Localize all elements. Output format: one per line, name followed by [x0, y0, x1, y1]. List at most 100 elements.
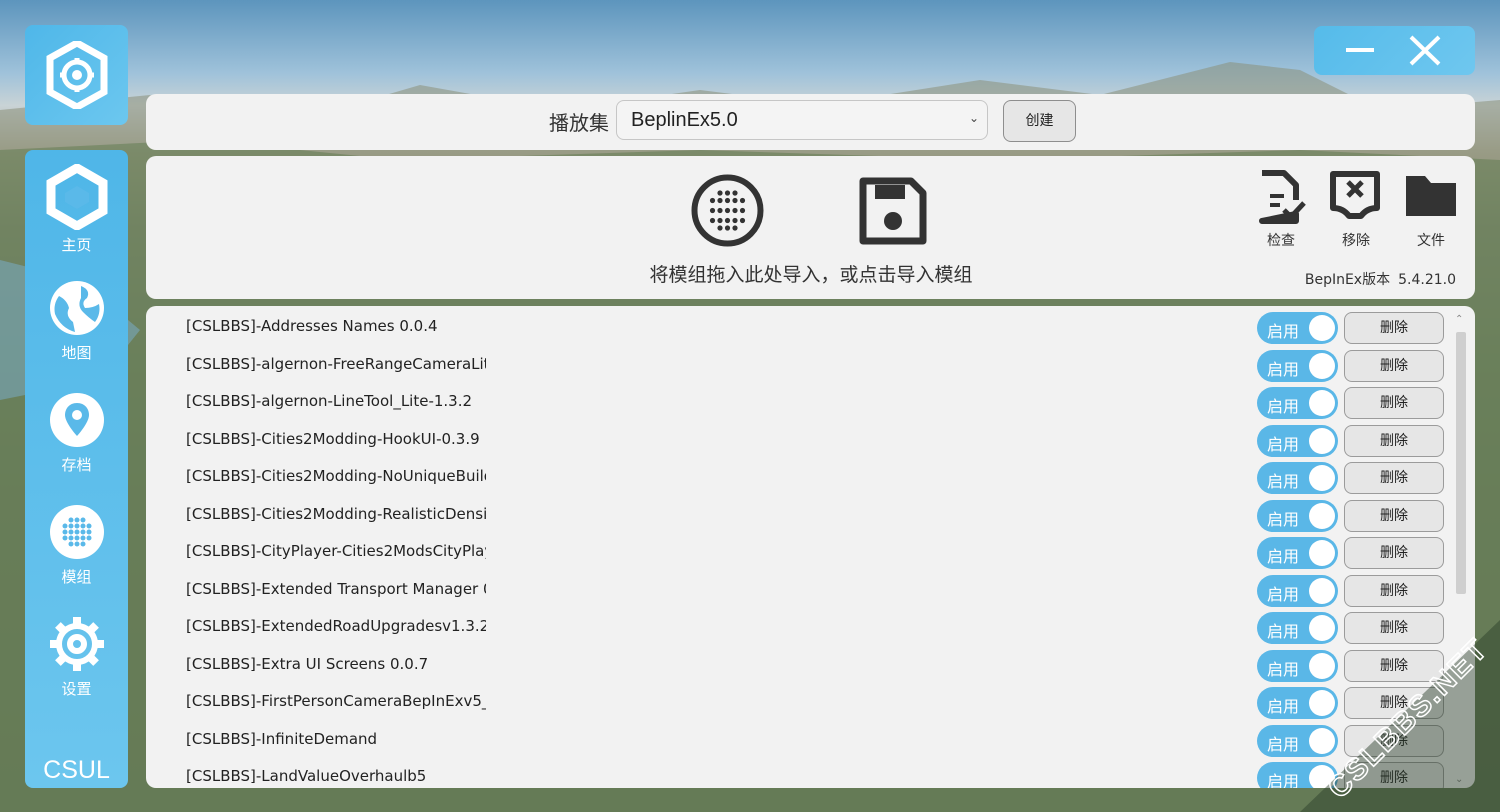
- bepinex-version: BepInEx版本 5.4.21.0: [1305, 269, 1456, 289]
- delete-button[interactable]: 删除: [1344, 462, 1444, 494]
- enable-toggle[interactable]: 启用: [1257, 424, 1338, 457]
- folder-icon: [1406, 176, 1456, 216]
- enable-label: 启用: [1267, 509, 1300, 529]
- scroll-up-icon[interactable]: ⌃: [1455, 314, 1463, 325]
- mod-name: [CSLBBS]-InfiniteDemand: [186, 729, 378, 748]
- delete-button[interactable]: 删除: [1344, 387, 1444, 419]
- scroll-thumb[interactable]: [1456, 332, 1466, 594]
- playset-bar: 播放集 BeplinEx5.0 ⌄ 创建: [146, 94, 1475, 150]
- sidebar-item-label: 存档: [61, 456, 92, 474]
- mod-name: [CSLBBS]-algernon-LineTool_Lite-1.3.2: [186, 392, 473, 410]
- toggle-knob: [1309, 390, 1335, 416]
- files-button[interactable]: 文件: [1401, 170, 1461, 250]
- toggle-knob: [1309, 427, 1335, 454]
- check-document-icon: [1259, 170, 1306, 224]
- delete-button[interactable]: 删除: [1344, 349, 1444, 382]
- mod-name: [CSLBBS]-FirstPersonCameraBepInExv5_0.(: [186, 692, 486, 710]
- toggle-knob: [1309, 502, 1335, 529]
- hexagon-home-icon: [46, 164, 107, 230]
- mod-name: [CSLBBS]-Extra UI Screens 0.0.7: [186, 654, 429, 673]
- sidebar-item-label: 地图: [61, 344, 92, 362]
- mod-row: [CSLBBS]-FirstPersonCameraBepInExv5_0.(启…: [146, 684, 1446, 722]
- watermark-logo: CSLBBS.NET: [1300, 620, 1500, 812]
- close-icon: [1409, 35, 1441, 66]
- brand-label: CSUL: [43, 756, 110, 784]
- enable-toggle[interactable]: 启用: [1257, 387, 1338, 419]
- mod-row: [CSLBBS]-Extended Transport Manager 0.(启…: [146, 572, 1446, 610]
- mod-name: [CSLBBS]-Cities2Modding-RealisticDensity: [186, 504, 486, 523]
- playset-label: 播放集: [549, 111, 609, 135]
- location-pin-icon: [49, 393, 104, 447]
- sidebar-item-saves[interactable]: 存档: [25, 390, 128, 494]
- mod-row: [CSLBBS]-LandValueOverhaulb5启用删除: [146, 759, 1446, 788]
- close-button[interactable]: [1394, 26, 1464, 75]
- sidebar-item-home[interactable]: 主页: [25, 164, 128, 268]
- mod-name: [CSLBBS]-Addresses Names 0.0.4: [186, 317, 438, 335]
- gear-icon: [49, 617, 104, 671]
- sidebar-item-label: 模组: [61, 568, 92, 586]
- check-label: 检查: [1267, 233, 1295, 249]
- enable-label: 启用: [1267, 472, 1300, 491]
- mod-name: [CSLBBS]-Extended Transport Manager 0.(: [186, 579, 486, 598]
- sidebar-item-label: 设置: [61, 680, 92, 698]
- mod-row: [CSLBBS]-algernon-FreeRangeCameraLite 启用 删…: [146, 347, 1446, 385]
- sidebar-item-mods[interactable]: 模组: [25, 502, 128, 606]
- enable-label: 启用: [1267, 434, 1300, 454]
- mod-row: [CSLBBS]-InfiniteDemand启用删除: [146, 722, 1446, 760]
- mod-row: [CSLBBS]-Cities2Modding-NoUniqueBuild 启用 删…: [146, 459, 1446, 497]
- save-icon[interactable]: [859, 177, 927, 245]
- minimize-icon: [1346, 48, 1374, 52]
- enable-label: 启用: [1267, 322, 1300, 341]
- hexagon-gear-logo-icon: [46, 41, 107, 109]
- chevron-down-icon: ⌄: [968, 111, 979, 125]
- playset-selected-value: BeplinEx5.0: [631, 109, 738, 131]
- files-label: 文件: [1417, 233, 1445, 249]
- app-logo: [25, 25, 128, 125]
- delete-button[interactable]: 删除: [1344, 499, 1444, 532]
- mod-name: [CSLBBS]-LandValueOverhaulb5: [186, 767, 427, 785]
- mod-name: [CSLBBS]-CityPlayer-Cities2ModsCityPlaye: [186, 542, 486, 560]
- playset-select[interactable]: BeplinEx5.0 ⌄: [616, 100, 988, 140]
- mod-row: [CSLBBS]-Cities2Modding-RealisticDensity…: [146, 497, 1446, 535]
- sidebar-item-label: 主页: [61, 236, 92, 254]
- globe-icon: [49, 281, 104, 335]
- sidebar-item-map[interactable]: 地图: [25, 278, 128, 382]
- mod-row: [CSLBBS]-Cities2Modding-HookUI-0.3.9 启用 删除: [146, 422, 1446, 460]
- mod-row: [CSLBBS]-Extra UI Screens 0.0.7 启用 删除: [146, 647, 1446, 685]
- remove-button[interactable]: 移除: [1326, 170, 1386, 250]
- mod-name: [CSLBBS]-algernon-FreeRangeCameraLite: [186, 354, 486, 373]
- enable-label: 启用: [1267, 397, 1300, 416]
- mod-import-icon[interactable]: [690, 173, 765, 248]
- import-hint-text: 将模组拖入此处导入，或点击导入模组: [649, 264, 973, 286]
- enable-toggle[interactable]: 启用: [1257, 537, 1338, 569]
- delete-button[interactable]: 删除: [1344, 424, 1444, 457]
- create-button[interactable]: 创建: [1003, 100, 1076, 142]
- import-panel[interactable]: 将模组拖入此处导入，或点击导入模组 检查 移除 文件 BepInEx版本 5.4.…: [146, 156, 1475, 299]
- enable-toggle[interactable]: 启用: [1257, 312, 1338, 344]
- mod-list[interactable]: ⌃ ⌄ [CSLBBS]-Addresses Names 0.0.4启用删除[C…: [146, 306, 1475, 788]
- mod-row: [CSLBBS]-Addresses Names 0.0.4 启用 删除: [146, 309, 1446, 347]
- enable-toggle[interactable]: 启用: [1257, 499, 1338, 532]
- mod-name: [CSLBBS]-ExtendedRoadUpgradesv1.3.2-B: [186, 617, 486, 635]
- check-button[interactable]: 检查: [1251, 170, 1311, 250]
- mod-name: [CSLBBS]-Cities2Modding-NoUniqueBuild: [186, 467, 486, 485]
- bepinex-version-value: 5.4.21.0: [1398, 272, 1456, 288]
- bepinex-version-label: BepInEx版本: [1304, 272, 1391, 288]
- enable-toggle[interactable]: 启用: [1257, 349, 1338, 382]
- enable-toggle[interactable]: 启用: [1257, 462, 1338, 494]
- enable-label: 启用: [1267, 547, 1300, 566]
- mod-row: [CSLBBS]-ExtendedRoadUpgradesv1.3.2-B 启用删…: [146, 609, 1446, 647]
- minimize-button[interactable]: [1326, 26, 1396, 75]
- remove-label: 移除: [1342, 233, 1370, 249]
- toggle-knob: [1309, 540, 1335, 566]
- watermark: CSLBBS.NET: [1280, 600, 1500, 812]
- toggle-knob: [1309, 315, 1335, 341]
- delete-button[interactable]: 删除: [1344, 537, 1444, 569]
- window-controls: [1314, 26, 1475, 75]
- toggle-knob: [1309, 465, 1335, 491]
- delete-button[interactable]: 删除: [1344, 312, 1444, 344]
- enable-label: 启用: [1267, 359, 1300, 379]
- sidebar-item-settings[interactable]: 设置: [25, 614, 128, 718]
- remove-box-icon: [1330, 171, 1380, 219]
- mod-row: [CSLBBS]-CityPlayer-Cities2ModsCityPlaye…: [146, 534, 1446, 572]
